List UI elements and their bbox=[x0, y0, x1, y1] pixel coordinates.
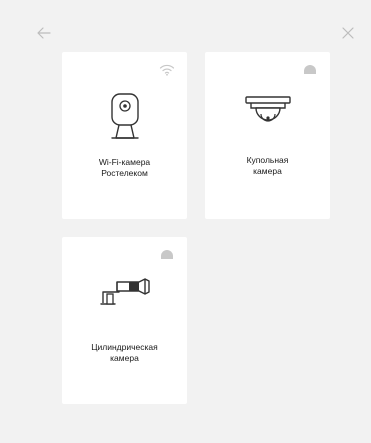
camera-label: Купольная камера bbox=[246, 155, 289, 176]
dome-badge-icon bbox=[159, 247, 175, 261]
camera-card-bullet[interactable]: Цилиндрическая камера bbox=[62, 237, 187, 404]
close-button[interactable] bbox=[337, 22, 359, 44]
camera-card-wifi[interactable]: Wi-Fi-камера Ростелеком bbox=[62, 52, 187, 219]
camera-card-dome[interactable]: Купольная камера bbox=[205, 52, 330, 219]
dome-badge-icon bbox=[302, 62, 318, 76]
arrow-left-icon bbox=[37, 27, 51, 39]
wifi-icon bbox=[159, 62, 175, 76]
close-icon bbox=[342, 27, 354, 39]
bullet-camera-icon bbox=[62, 277, 187, 307]
camera-label: Цилиндрическая камера bbox=[91, 342, 158, 363]
dome-camera-icon bbox=[205, 94, 330, 134]
wifi-camera-icon bbox=[62, 92, 187, 144]
back-button[interactable] bbox=[33, 22, 55, 44]
camera-label: Wi-Fi-камера Ростелеком bbox=[98, 157, 151, 178]
